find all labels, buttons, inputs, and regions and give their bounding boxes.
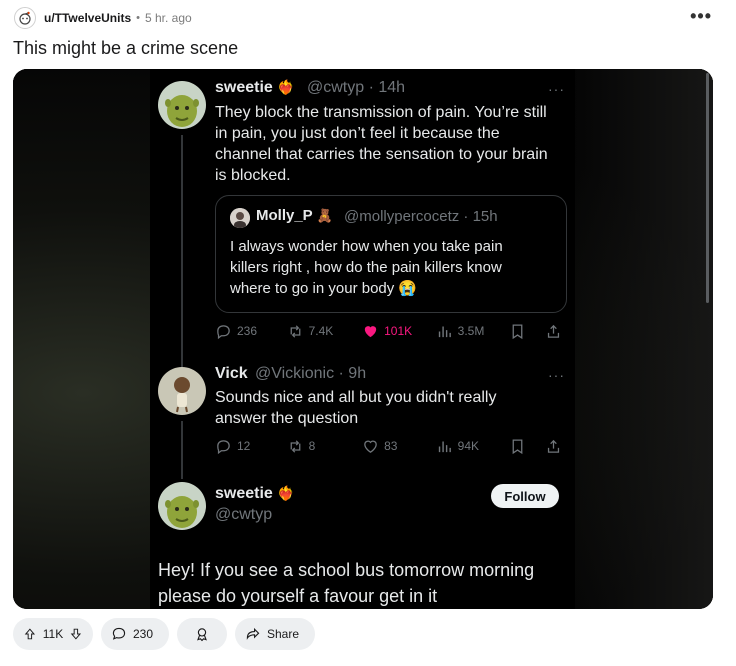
- vote-count: 11K: [42, 626, 64, 641]
- post-author[interactable]: u/TTwelveUnits: [44, 11, 131, 25]
- reply-button-2[interactable]: 12: [215, 438, 287, 455]
- post-title[interactable]: This might be a crime scene: [13, 38, 238, 59]
- heart-fire-badge-icon: ❤️‍🔥: [277, 485, 295, 501]
- tweet2-handle: @Vickionic · 9h: [255, 365, 367, 382]
- share-tweet-button[interactable]: [545, 323, 567, 340]
- views-icon: [438, 441, 451, 452]
- vote-pill: 11K: [13, 617, 93, 650]
- share-tweet-icon: [547, 439, 560, 453]
- tweet3-handle: @cwtyp: [215, 506, 273, 523]
- post-time: 5 hr. ago: [144, 11, 192, 25]
- tweet2-actions: 12 8 83 94K: [215, 436, 567, 456]
- thread-line-2: [181, 421, 183, 479]
- vick-avatar: [158, 367, 206, 415]
- separator-dot: •: [136, 12, 140, 24]
- bookmark-button[interactable]: [509, 323, 545, 340]
- share-tweet-icon: [547, 324, 560, 338]
- follow-button[interactable]: Follow: [491, 484, 559, 508]
- tweet2-more-icon[interactable]: ···: [548, 367, 565, 383]
- tweet3-text: Hey! If you see a school bus tomorrow mo…: [158, 560, 535, 606]
- heart-icon: [364, 440, 377, 453]
- comment-count: 230: [132, 626, 153, 641]
- views-icon: [438, 326, 451, 337]
- quote-tweet[interactable]: Molly_P 🧸 @mollypercocetz · 15h I always…: [215, 195, 567, 313]
- retweet-button[interactable]: 7.4K: [287, 323, 363, 340]
- comment-icon: [112, 627, 126, 640]
- award-icon: [197, 627, 207, 641]
- share-tweet-button-2[interactable]: [545, 438, 567, 455]
- like-button[interactable]: 101K: [362, 323, 436, 340]
- tweet3-name: sweetie ❤️‍🔥: [215, 485, 295, 502]
- retweet-icon: [290, 439, 300, 453]
- tweet2-text: Sounds nice and all but you didn't reall…: [215, 389, 497, 427]
- award-button[interactable]: [177, 617, 227, 650]
- screenshot-scrollbar: [706, 73, 709, 303]
- bookmark-button-2[interactable]: [509, 438, 545, 455]
- reply-icon: [217, 439, 230, 454]
- upvote-icon[interactable]: [23, 626, 37, 642]
- quote-text: I always wonder how when you take pain k…: [230, 238, 503, 297]
- reply-button[interactable]: 236: [215, 323, 287, 340]
- tweet1-text: They block the transmission of pain. You…: [215, 104, 548, 184]
- heart-fire-badge-icon: ❤️‍🔥: [277, 79, 295, 95]
- share-icon: [246, 627, 260, 640]
- molly-avatar: [230, 208, 250, 228]
- post-image[interactable]: sweetie ❤️‍🔥 @cwtyp · 14h ··· They block…: [13, 69, 713, 609]
- reply-icon: [217, 324, 230, 339]
- tweet1-actions: 236 7.4K 101K 3.5M: [215, 321, 567, 341]
- views-button[interactable]: 3.5M: [436, 323, 510, 340]
- share-label: Share: [266, 626, 299, 641]
- retweet-button-2[interactable]: 8: [287, 438, 363, 455]
- tweet1-handle: @cwtyp · 14h: [307, 79, 406, 96]
- like-button-2[interactable]: 83: [362, 438, 436, 455]
- bookmark-icon: [512, 323, 523, 339]
- tweet1-more-icon[interactable]: ···: [548, 81, 565, 97]
- shrek-avatar: [158, 81, 206, 129]
- comments-button[interactable]: 230: [101, 617, 169, 650]
- views-button-2[interactable]: 94K: [436, 438, 510, 455]
- post-actions-bar: 11K 230 Share: [13, 617, 323, 650]
- tweet1-name: sweetie ❤️‍🔥: [215, 79, 295, 96]
- retweet-icon: [290, 324, 300, 338]
- more-options-icon[interactable]: •••: [690, 6, 712, 27]
- shrek-avatar-2: [158, 482, 206, 530]
- image-background-right: [573, 69, 713, 609]
- post-header: u/TTwelveUnits • 5 hr. ago •••: [14, 4, 722, 32]
- share-button[interactable]: Share: [235, 617, 315, 650]
- teddy-bear-badge-icon: 🧸: [316, 208, 333, 223]
- quote-handle: @mollypercocetz · 15h: [344, 208, 498, 225]
- thread-line: [181, 135, 183, 367]
- bookmark-icon: [512, 438, 523, 454]
- downvote-icon[interactable]: [69, 626, 83, 642]
- snoo-avatar-icon[interactable]: [14, 7, 36, 29]
- tweet-screenshot: sweetie ❤️‍🔥 @cwtyp · 14h ··· They block…: [150, 69, 709, 609]
- tweet2-name: Vick: [215, 365, 248, 382]
- quote-name: Molly_P 🧸: [256, 207, 333, 224]
- heart-icon: [364, 325, 377, 337]
